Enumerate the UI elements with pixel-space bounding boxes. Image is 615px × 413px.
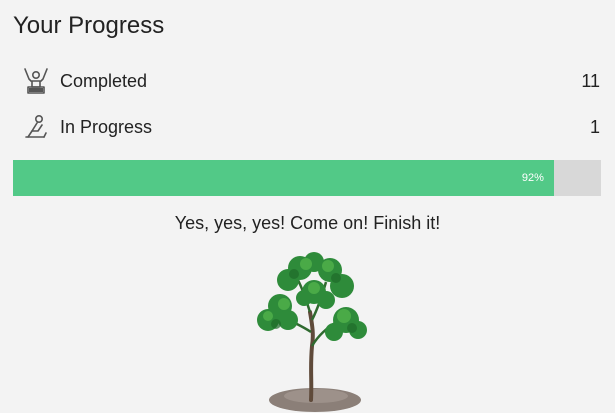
tree-icon [257,252,367,412]
page-title: Your Progress [13,12,165,39]
completed-row: Completed 11 [20,66,600,96]
motivational-message: Yes, yes, yes! Come on! Finish it! [174,213,441,233]
progress-bar: 92% [13,160,601,196]
in-progress-row: In Progress 1 [20,112,600,142]
in-progress-count: 1 [589,116,600,137]
person-working-icon [20,111,52,143]
in-progress-label: In Progress [60,116,153,137]
raised-arms-icon [20,65,52,97]
completed-count: 11 [581,70,600,91]
completed-label: Completed [60,70,148,91]
progress-bar-fill: 92% [13,160,554,196]
progress-panel: Your Progress Completed 11 In Progress 1… [0,0,615,413]
progress-percentage: 92% [521,172,544,184]
